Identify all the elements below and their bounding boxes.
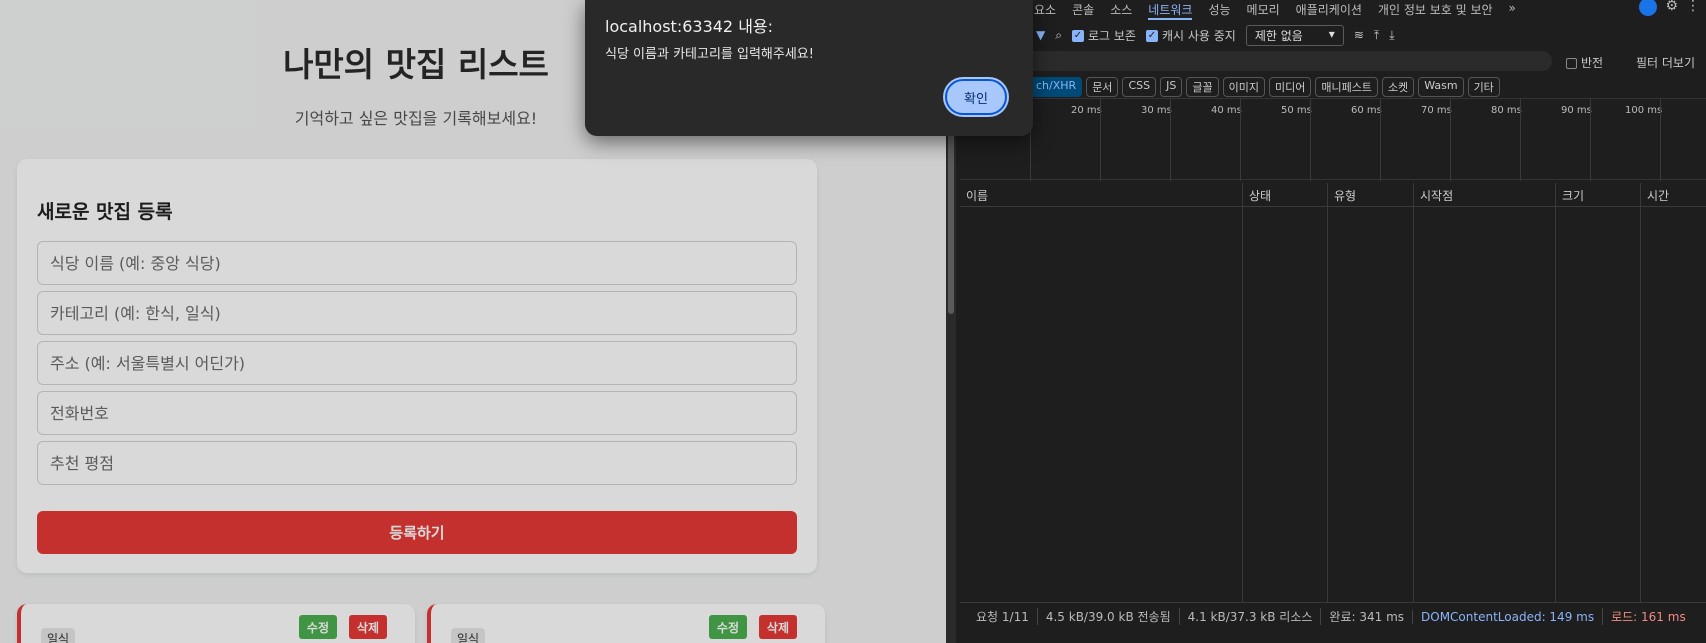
column-status[interactable]: 상태 (1242, 183, 1277, 603)
download-icon[interactable]: ⤓ (1389, 28, 1394, 43)
timeline-tick: 70 ms (1380, 99, 1452, 181)
tick-label: 40 ms (1211, 105, 1242, 116)
filter-row: 반전 필터 더보기 (946, 50, 1706, 74)
network-timeline[interactable]: 20 ms 30 ms 40 ms 50 ms 60 ms 70 ms 80 m… (960, 98, 1706, 181)
devtools-tabs: 요소 콘솔 소스 네트워크 성능 메모리 애플리케이션 개인 정보 보호 및 보… (1034, 0, 1516, 20)
load-time: 로드: 161 ms (1602, 608, 1694, 625)
tab-privacy-security[interactable]: 개인 정보 보호 및 보안 (1378, 0, 1493, 20)
request-count: 요청 1/11 (976, 610, 1029, 624)
throttle-select[interactable]: 제한 없음 ▾ (1245, 24, 1344, 46)
wifi-icon[interactable]: ≋ (1354, 28, 1364, 42)
tick-label: 80 ms (1491, 105, 1522, 116)
timeline-tick: 90 ms (1520, 99, 1592, 181)
filter-chip[interactable]: 기타 (1467, 77, 1500, 97)
tick-label: 100 ms (1625, 105, 1663, 116)
tab-memory[interactable]: 메모리 (1247, 0, 1280, 20)
upload-icon[interactable]: ⤒ (1374, 28, 1379, 43)
tab-console[interactable]: 콘솔 (1072, 0, 1094, 20)
alert-dialog: localhost:63342 내용: 식당 이름과 카테고리를 입력해주세요!… (585, 0, 1033, 136)
filter-icon[interactable]: ▼ (1036, 28, 1045, 42)
tab-network[interactable]: 네트워크 (1148, 0, 1193, 20)
network-toolbar: ▼ ⌕ ✓ 로그 보존 ✓ 캐시 사용 중지 제한 없음 ▾ ≋ ⤒ ⤓ (1036, 24, 1395, 46)
finish-time: 완료: 341 ms (1320, 608, 1412, 625)
kebab-menu-icon[interactable]: ⋮ (1686, 0, 1700, 16)
timeline-tick: 100 ms (1590, 99, 1662, 181)
transferred-size: 4.5 kB/39.0 kB 전송됨 (1036, 608, 1179, 625)
check-icon: ✓ (1071, 30, 1084, 42)
filter-chip[interactable]: 미디어 (1268, 77, 1312, 97)
filter-chip[interactable]: 매니페스트 (1315, 77, 1378, 97)
column-initiator[interactable]: 시작점 (1413, 183, 1459, 603)
disable-cache-label: 캐시 사용 중지 (1161, 28, 1236, 43)
filter-chip[interactable]: 글꼴 (1186, 77, 1219, 97)
preserve-log-checkbox[interactable]: ✓ 로그 보존 (1071, 27, 1136, 44)
tab-elements[interactable]: 요소 (1034, 0, 1056, 20)
tab-performance[interactable]: 성능 (1208, 0, 1230, 20)
network-status-bar: 요청 1/11 4.5 kB/39.0 kB 전송됨 4.1 kB/37.3 k… (960, 602, 1706, 630)
timeline-tick: 30 ms (1100, 99, 1172, 181)
tab-application[interactable]: 애플리케이션 (1296, 0, 1362, 20)
preserve-log-label: 로그 보존 (1087, 28, 1136, 43)
column-type[interactable]: 유형 (1327, 183, 1362, 603)
dialog-title: localhost:63342 내용: (605, 17, 774, 36)
filter-input[interactable] (960, 51, 1552, 71)
filter-chip[interactable]: ch/XHR (1030, 77, 1083, 97)
filter-chip[interactable]: JS (1160, 77, 1183, 97)
more-tabs-icon[interactable]: » (1509, 0, 1516, 20)
gear-icon[interactable]: ⚙ (1665, 0, 1678, 16)
dialog-message: 식당 이름과 카테고리를 입력해주세요! (605, 47, 814, 62)
tick-label: 90 ms (1561, 105, 1592, 116)
invert-checkbox[interactable]: 반전 (1566, 54, 1603, 71)
tick-label: 20 ms (1071, 105, 1102, 116)
filter-chip[interactable]: 소켓 (1381, 77, 1415, 97)
column-name[interactable]: 이름 (960, 183, 994, 603)
disable-cache-checkbox[interactable]: ✓ 캐시 사용 중지 (1145, 27, 1236, 44)
ok-button[interactable]: 확인 (945, 79, 1007, 115)
timeline-tick: 50 ms (1240, 99, 1312, 181)
tick-label: 60 ms (1351, 105, 1382, 116)
column-time[interactable]: 시간 (1640, 183, 1675, 603)
dom-content-loaded: DOMContentLoaded: 149 ms (1412, 609, 1602, 624)
request-table: 이름 상태 유형 시작점 크기 시간 (960, 183, 1706, 603)
tab-sources[interactable]: 소스 (1110, 0, 1132, 20)
checkbox-box (1566, 58, 1577, 69)
tick-label: 50 ms (1281, 105, 1312, 116)
ai-assist-icon[interactable] (1639, 0, 1658, 16)
resource-size: 4.1 kB/37.3 kB 리소스 (1178, 608, 1321, 625)
timeline-tick (1660, 99, 1661, 181)
tick-label: 30 ms (1141, 105, 1172, 116)
check-icon: ✓ (1145, 30, 1158, 42)
filter-chip[interactable]: 문서 (1086, 77, 1119, 97)
resource-type-filters: ch/XHR 문서 CSS JS 글꼴 이미지 미디어 매니페스트 소켓 Was… (1030, 77, 1500, 97)
timeline-tick: 40 ms (1170, 99, 1242, 181)
filter-chip[interactable]: CSS (1122, 77, 1157, 97)
filter-chip[interactable]: Wasm (1418, 77, 1464, 97)
search-icon[interactable]: ⌕ (1055, 28, 1062, 43)
chevron-down-icon: ▾ (1328, 26, 1335, 41)
tick-label: 70 ms (1421, 105, 1452, 116)
invert-label: 반전 (1581, 56, 1604, 70)
timeline-tick: 60 ms (1310, 99, 1382, 181)
timeline-tick: 80 ms (1450, 99, 1522, 181)
filter-chip[interactable]: 이미지 (1222, 77, 1265, 97)
more-filters-button[interactable]: 필터 더보기 (1636, 54, 1695, 71)
column-size[interactable]: 크기 (1555, 183, 1590, 603)
devtools-panel: 요소 콘솔 소스 네트워크 성능 메모리 애플리케이션 개인 정보 보호 및 보… (946, 0, 1706, 643)
devtools-corner: ⚙ ⋮ (1639, 0, 1700, 16)
throttle-value: 제한 없음 (1254, 28, 1303, 43)
